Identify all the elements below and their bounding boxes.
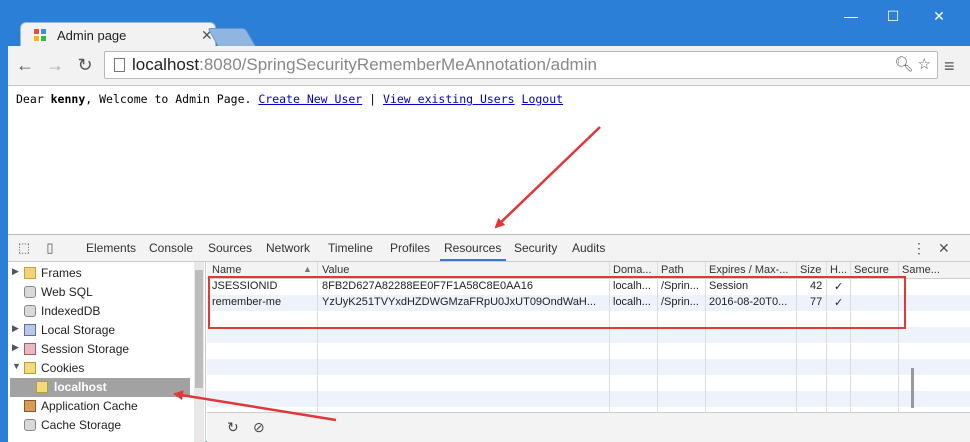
link-separator: |: [369, 92, 377, 106]
sidebar-item-label: Cache Storage: [41, 418, 122, 432]
resources-sidebar: ▶ Frames Web SQL IndexedDB ▶ Local Stora…: [8, 262, 206, 442]
empty-row: [207, 343, 970, 359]
sidebar-item-session-storage[interactable]: ▶ Session Storage: [8, 340, 200, 359]
refresh-icon[interactable]: ↻: [227, 419, 239, 436]
tab-elements[interactable]: Elements: [86, 241, 136, 255]
page-icon: [114, 58, 125, 72]
expand-arrow-icon[interactable]: ▶: [12, 266, 19, 277]
folder-icon: [24, 267, 36, 279]
tab-audits[interactable]: Audits: [572, 241, 605, 255]
more-options-icon[interactable]: ⋮: [912, 240, 926, 257]
sort-arrow-icon: ▲: [303, 264, 312, 274]
empty-row: [207, 327, 970, 343]
sidebar-item-local-storage[interactable]: ▶ Local Storage: [8, 321, 200, 340]
sidebar-item-label: Application Cache: [41, 399, 138, 413]
browser-tab[interactable]: Admin page ✕: [20, 22, 216, 48]
greeting-prefix: Dear: [16, 92, 51, 106]
inspect-icon[interactable]: ⬚: [16, 240, 32, 256]
empty-row: [207, 359, 970, 375]
scrollbar-thumb[interactable]: [195, 270, 203, 388]
maximize-icon[interactable]: ☐: [878, 6, 908, 26]
device-mode-icon[interactable]: ▯: [42, 240, 58, 256]
sidebar-item-label: Cookies: [41, 361, 85, 375]
sidebar-item-label: Web SQL: [41, 285, 93, 299]
tab-strip: Admin page ✕: [8, 8, 970, 48]
sidebar-item-label: localhost: [54, 380, 107, 394]
welcome-line: Dear kenny, Welcome to Admin Page. Creat…: [16, 92, 563, 106]
forward-arrow-icon[interactable]: →: [44, 53, 66, 77]
empty-row: [207, 375, 970, 391]
column-header-path[interactable]: Path: [661, 264, 684, 276]
sidebar-scrollbar[interactable]: [194, 262, 204, 442]
active-tab-indicator: [440, 259, 506, 261]
username: kenny: [50, 92, 86, 106]
tab-network[interactable]: Network: [266, 241, 310, 255]
column-header-secure[interactable]: Secure: [854, 264, 889, 276]
favicon-icon: [34, 29, 46, 41]
back-arrow-icon[interactable]: ←: [14, 53, 36, 77]
sidebar-item-cookies[interactable]: ▼ Cookies: [8, 359, 200, 378]
column-header-name[interactable]: Name: [212, 264, 241, 276]
cookie-icon: [24, 362, 36, 374]
reload-icon[interactable]: ↻: [74, 53, 96, 77]
view-users-link[interactable]: View existing Users: [383, 92, 515, 106]
sidebar-item-label: Frames: [41, 266, 82, 280]
logout-link[interactable]: Logout: [522, 92, 564, 106]
column-header-domain[interactable]: Doma...: [613, 264, 652, 276]
close-devtools-icon[interactable]: ✕: [938, 240, 950, 257]
highlight-box: [208, 276, 906, 329]
grid-icon: [24, 400, 36, 412]
close-window-icon[interactable]: ✕: [924, 6, 954, 26]
expand-arrow-icon[interactable]: ▶: [12, 323, 19, 334]
column-header-http[interactable]: H...: [830, 264, 847, 276]
create-user-link[interactable]: Create New User: [258, 92, 362, 106]
database-icon: [24, 286, 36, 298]
cookie-toolbar: ↻ ⊘: [207, 412, 970, 442]
tab-security[interactable]: Security: [514, 241, 557, 255]
menu-icon[interactable]: ≡: [944, 56, 955, 77]
grid-icon: [24, 324, 36, 336]
column-header-samesite[interactable]: Same...: [902, 264, 940, 276]
tab-sources[interactable]: Sources: [208, 241, 252, 255]
tab-console[interactable]: Console: [149, 241, 193, 255]
clear-all-icon[interactable]: ⊘: [253, 419, 265, 436]
tab-title: Admin page: [57, 28, 127, 43]
sidebar-item-label: Local Storage: [41, 323, 116, 337]
devtools-tabbar: ⬚ ▯ Elements Console Sources Network Tim…: [8, 235, 970, 262]
sidebar-item-label: Session Storage: [41, 342, 130, 356]
database-icon: [24, 419, 36, 431]
tab-timeline[interactable]: Timeline: [328, 241, 373, 255]
minimize-icon[interactable]: —: [836, 6, 866, 26]
tab-profiles[interactable]: Profiles: [390, 241, 430, 255]
browser-window: Admin page ✕ — ☐ ✕ ← → ↻ localhost:8080/…: [0, 0, 970, 442]
sidebar-item-application-cache[interactable]: Application Cache: [8, 397, 200, 416]
table-scrollbar[interactable]: [911, 368, 914, 408]
expand-arrow-icon[interactable]: ▼: [12, 361, 21, 371]
devtools-panel: ⬚ ▯ Elements Console Sources Network Tim…: [8, 234, 970, 442]
sidebar-item-web-sql[interactable]: Web SQL: [8, 283, 200, 302]
tab-resources[interactable]: Resources: [444, 241, 501, 255]
column-header-value[interactable]: Value: [322, 264, 349, 276]
sidebar-item-localhost[interactable]: localhost: [10, 378, 190, 397]
sidebar-item-label: IndexedDB: [41, 304, 101, 318]
grid-icon: [24, 343, 36, 355]
zoom-star-icon[interactable]: 🔍︎ ☆: [894, 55, 931, 73]
url-text: localhost:8080/SpringSecurityRememberMeA…: [132, 55, 597, 74]
cookie-icon: [36, 381, 48, 393]
column-header-expires[interactable]: Expires / Max-...: [709, 264, 788, 276]
column-header-size[interactable]: Size: [800, 264, 821, 276]
sidebar-item-cache-storage[interactable]: Cache Storage: [8, 416, 200, 435]
greeting-suffix: , Welcome to Admin Page.: [85, 92, 252, 106]
sidebar-item-frames[interactable]: ▶ Frames: [8, 264, 200, 283]
page-content: Dear kenny, Welcome to Admin Page. Creat…: [8, 86, 970, 234]
empty-row: [207, 391, 970, 407]
expand-arrow-icon[interactable]: ▶: [12, 342, 19, 353]
address-bar[interactable]: localhost:8080/SpringSecurityRememberMeA…: [104, 51, 938, 79]
browser-toolbar: ← → ↻ localhost:8080/SpringSecurityRemem…: [8, 46, 970, 86]
database-icon: [24, 305, 36, 317]
sidebar-item-indexeddb[interactable]: IndexedDB: [8, 302, 200, 321]
